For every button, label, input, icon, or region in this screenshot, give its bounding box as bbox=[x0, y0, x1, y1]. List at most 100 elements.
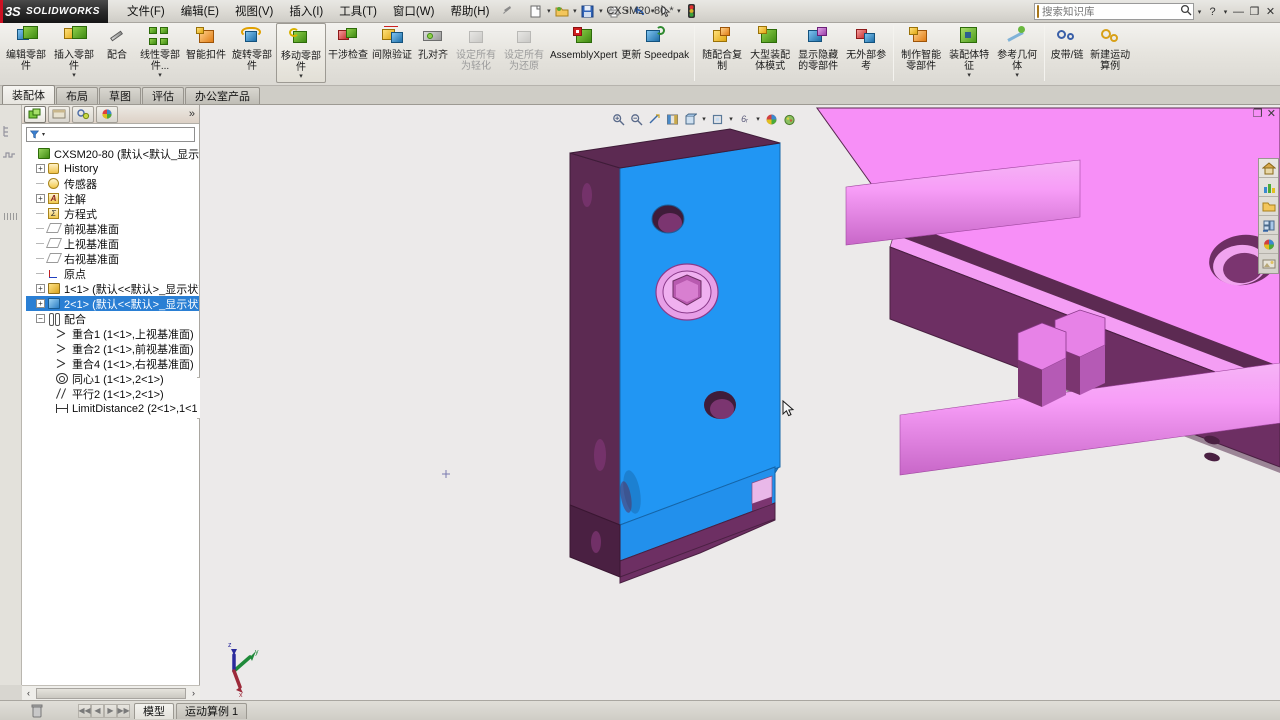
cmd-belt-chain[interactable]: 皮带/链 bbox=[1048, 23, 1086, 85]
menu-window[interactable]: 窗口(W) bbox=[386, 0, 442, 22]
help-icon[interactable]: ? bbox=[1205, 3, 1220, 20]
chart-icon[interactable] bbox=[1259, 178, 1278, 197]
appearance-sphere-icon[interactable] bbox=[1259, 235, 1278, 254]
apply-scene-icon[interactable]: 6ᵣ bbox=[736, 110, 753, 128]
zoom-to-fit-icon[interactable] bbox=[610, 110, 627, 128]
flyout-tree-icon[interactable] bbox=[1, 123, 21, 143]
tree-item-right-plane[interactable]: 右视基准面 bbox=[26, 251, 199, 266]
feature-manager-tab[interactable] bbox=[24, 105, 46, 123]
open-document-dropdown-icon[interactable]: ▾ bbox=[570, 2, 579, 20]
cmd-reference-geometry[interactable]: 参考几何体 ▾ bbox=[993, 23, 1041, 85]
search-dropdown-icon[interactable]: ▾ bbox=[1195, 3, 1204, 20]
cmd-linear-component-pattern[interactable]: 线性零部件... ▾ bbox=[136, 23, 184, 85]
tree-item-mate-group[interactable]: − 配合 bbox=[26, 311, 199, 326]
close-button[interactable]: ✕ bbox=[1263, 3, 1278, 20]
tree-toggle-expand[interactable]: + bbox=[36, 194, 45, 203]
3d-model-graphics[interactable]: y z x bbox=[200, 105, 1280, 700]
restore-button[interactable]: ❐ bbox=[1247, 3, 1262, 20]
new-document-dropdown-icon[interactable]: ▾ bbox=[544, 2, 553, 20]
view-settings-icon[interactable] bbox=[763, 110, 780, 128]
scroll-left-icon[interactable]: ‹ bbox=[22, 687, 35, 700]
cmd-show-hidden-components[interactable]: 显示隐藏的零部件 bbox=[794, 23, 842, 85]
graphics-viewport[interactable]: ▾ ▾ 6ᵣ ▾ ❐ ✕ y z x bbox=[200, 105, 1280, 700]
tree-item-mate[interactable]: 重合2 (1<1>,前视基准面) bbox=[26, 341, 199, 356]
filter-bar[interactable]: ▾ bbox=[26, 127, 195, 142]
help-dropdown-icon[interactable]: ▾ bbox=[1221, 3, 1230, 20]
cmd-hole-alignment[interactable]: 孔对齐 bbox=[414, 23, 452, 85]
feature-tree-hscrollbar[interactable]: ‹ › bbox=[22, 685, 200, 700]
tab-assembly[interactable]: 装配体 bbox=[2, 85, 55, 104]
cmd-large-assembly-mode[interactable]: 大型装配体模式 bbox=[746, 23, 794, 85]
open-document-icon[interactable] bbox=[553, 2, 570, 20]
tree-item-sensors[interactable]: 传感器 bbox=[26, 176, 199, 191]
cmd-clearance-verification[interactable]: 间隙验证 bbox=[370, 23, 414, 85]
tree-item-component-1[interactable]: + 1<1> (默认<<默认>_显示状态 bbox=[26, 281, 199, 296]
tree-item-front-plane[interactable]: 前视基准面 bbox=[26, 221, 199, 236]
print-icon[interactable] bbox=[605, 2, 622, 20]
select-icon[interactable] bbox=[657, 2, 674, 20]
rebuild-icon[interactable] bbox=[683, 2, 700, 20]
undo-dropdown-icon[interactable]: ▾ bbox=[648, 2, 657, 20]
cmd-set-lightweight[interactable]: 设定所有为轻化 bbox=[452, 23, 500, 85]
tree-item-top-plane[interactable]: 上视基准面 bbox=[26, 236, 199, 251]
tree-item-origin[interactable]: 原点 bbox=[26, 266, 199, 281]
tree-toggle-expand[interactable]: + bbox=[36, 284, 45, 293]
cmd-make-smart-component[interactable]: 制作智能零部件 bbox=[897, 23, 945, 85]
pin-icon[interactable] bbox=[502, 4, 513, 18]
trash-icon[interactable] bbox=[30, 703, 44, 718]
display-style-dropdown-icon[interactable]: ▾ bbox=[700, 110, 708, 128]
tree-item-mate[interactable]: 同心1 (1<1>,2<1>) bbox=[26, 371, 199, 386]
scroll-thumb[interactable] bbox=[36, 687, 186, 699]
tab-layout[interactable]: 布局 bbox=[56, 87, 98, 104]
cmd-rotate-component[interactable]: 旋转零部件 bbox=[228, 23, 276, 85]
tree-item-mate[interactable]: 重合4 (1<1>,右视基准面) bbox=[26, 356, 199, 371]
library-icon[interactable] bbox=[1259, 216, 1278, 235]
tab-office-products[interactable]: 办公室产品 bbox=[185, 87, 260, 104]
cmd-assembly-features[interactable]: 装配体特征 ▾ bbox=[945, 23, 993, 85]
hide-show-items-icon[interactable] bbox=[709, 110, 726, 128]
scene-icon[interactable] bbox=[1259, 254, 1278, 273]
save-dropdown-icon[interactable]: ▾ bbox=[596, 2, 605, 20]
apply-scene-dropdown-icon[interactable]: ▾ bbox=[754, 110, 762, 128]
cmd-move-component[interactable]: 移动零部件 ▾ bbox=[276, 23, 326, 83]
new-document-icon[interactable] bbox=[527, 2, 544, 20]
search-icon[interactable] bbox=[1180, 4, 1192, 19]
appearances-icon[interactable] bbox=[781, 110, 798, 128]
tab-sketch[interactable]: 草图 bbox=[99, 87, 141, 104]
tab-motion-study[interactable]: 运动算例 1 bbox=[176, 702, 248, 719]
tree-item-assembly-root[interactable]: CXSM20-80 (默认<默认_显示状态- bbox=[26, 146, 199, 161]
save-icon[interactable] bbox=[579, 2, 596, 20]
scroll-right-icon[interactable]: › bbox=[187, 687, 200, 700]
cmd-new-motion-study[interactable]: 新建运动算例 bbox=[1086, 23, 1134, 85]
tree-toggle-expand[interactable]: + bbox=[36, 164, 45, 173]
cmd-update-speedpak[interactable]: 更新 Speedpak bbox=[619, 23, 691, 85]
cmd-smart-fastener[interactable]: 智能扣件 bbox=[184, 23, 228, 85]
chevron-down-icon[interactable]: ▾ bbox=[967, 72, 971, 79]
tree-item-equations[interactable]: Σ 方程式 bbox=[26, 206, 199, 221]
print-dropdown-icon[interactable]: ▾ bbox=[622, 2, 631, 20]
tree-item-history[interactable]: + History bbox=[26, 161, 199, 176]
search-box[interactable] bbox=[1034, 3, 1194, 20]
viewport-close-button[interactable]: ✕ bbox=[1267, 107, 1276, 120]
tree-item-mate[interactable]: 平行2 (1<1>,2<1>) bbox=[26, 386, 199, 401]
tab-nav-first[interactable]: ◀◀ bbox=[78, 703, 91, 718]
menu-view[interactable]: 视图(V) bbox=[228, 0, 280, 22]
chevron-down-icon[interactable]: ▾ bbox=[1015, 72, 1019, 79]
menu-edit[interactable]: 编辑(E) bbox=[174, 0, 226, 22]
home-icon[interactable] bbox=[1259, 159, 1278, 178]
cmd-insert-component[interactable]: 插入零部件 ▾ bbox=[50, 23, 98, 85]
menu-file[interactable]: 文件(F) bbox=[120, 0, 172, 22]
cmd-edit-component[interactable]: 编辑零部件 bbox=[2, 23, 50, 85]
cmd-set-resolved[interactable]: 设定所有为还原 bbox=[500, 23, 548, 85]
chevron-down-icon[interactable]: ▾ bbox=[72, 72, 76, 79]
property-manager-tab[interactable] bbox=[48, 105, 70, 123]
chevron-down-icon[interactable]: ▾ bbox=[299, 73, 303, 80]
hide-show-items-dropdown-icon[interactable]: ▾ bbox=[727, 110, 735, 128]
viewport-restore-button[interactable]: ❐ bbox=[1253, 107, 1263, 120]
menu-insert[interactable]: 插入(I) bbox=[282, 0, 330, 22]
folder-icon[interactable] bbox=[1259, 197, 1278, 216]
display-style-icon[interactable] bbox=[682, 110, 699, 128]
undo-icon[interactable] bbox=[631, 2, 648, 20]
search-input[interactable] bbox=[1042, 5, 1177, 18]
menu-help[interactable]: 帮助(H) bbox=[443, 0, 496, 22]
